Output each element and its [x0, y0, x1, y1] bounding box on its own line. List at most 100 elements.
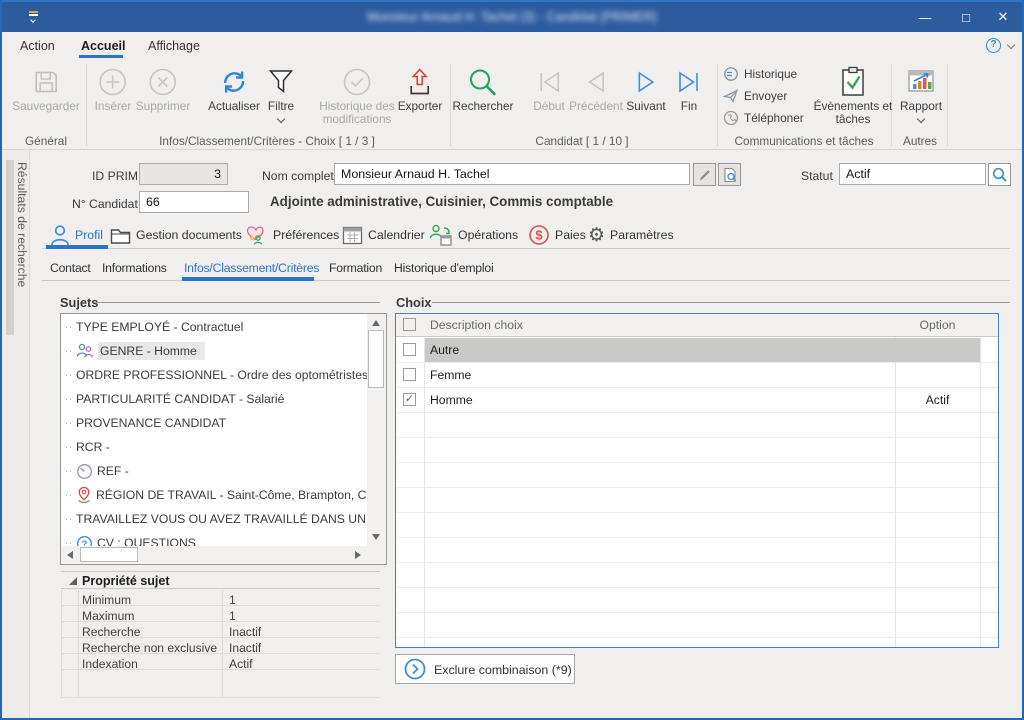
- vertical-scroll-thumb[interactable]: [368, 330, 384, 388]
- help-icon[interactable]: ?: [986, 38, 1001, 53]
- tab-parametres[interactable]: ⚙ Paramètres: [588, 223, 674, 247]
- events-tasks-icon: [838, 63, 868, 100]
- previous-button[interactable]: Précédent: [569, 63, 623, 113]
- map-pin-icon: [76, 486, 92, 504]
- phone-icon: [723, 110, 739, 126]
- gear-icon: ⚙: [588, 225, 605, 245]
- svg-text:$: $: [535, 228, 543, 243]
- menu-action[interactable]: Action: [20, 39, 55, 53]
- save-icon: [32, 63, 60, 100]
- statut-label: Statut: [801, 169, 833, 183]
- subtab-infos-classement-criteres[interactable]: Infos/Classement/Critères: [184, 261, 319, 275]
- tab-preferences[interactable]: Préférences: [245, 223, 339, 247]
- first-button[interactable]: Début: [533, 63, 564, 113]
- subtab-active-underline: [182, 277, 314, 281]
- tree-item[interactable]: ·· REF -: [63, 459, 129, 483]
- refresh-button[interactable]: Actualiser: [208, 63, 260, 113]
- send-button[interactable]: Envoyer: [723, 87, 787, 105]
- tab-operations[interactable]: Opérations: [429, 223, 518, 247]
- filter-icon: [266, 63, 296, 100]
- cell-description[interactable]: Homme: [430, 393, 473, 407]
- tab-calendrier[interactable]: Calendrier: [342, 223, 425, 247]
- tree-item[interactable]: ··TRAVAILLEZ VOUS OU AVEZ TRAVAILLÉ DANS…: [63, 507, 387, 531]
- tree-item[interactable]: ··TYPE EMPLOYÉ - Contractuel: [63, 315, 243, 339]
- tree-item[interactable]: ··PROVENANCE CANDIDAT: [63, 411, 226, 435]
- tab-paies[interactable]: $ Paies: [528, 223, 586, 247]
- menu-affichage[interactable]: Affichage: [148, 39, 200, 53]
- folder-icon: [110, 226, 131, 245]
- save-button[interactable]: Sauvegarder: [12, 63, 80, 113]
- report-button[interactable]: Rapport: [900, 63, 942, 122]
- next-button[interactable]: Suivant: [626, 63, 665, 113]
- col-description[interactable]: Description choix: [430, 318, 523, 332]
- export-icon: [405, 63, 435, 100]
- magnifier-icon: [992, 167, 1008, 183]
- sujets-group-line: [96, 302, 380, 303]
- call-button[interactable]: Téléphoner: [723, 109, 804, 127]
- first-icon: [534, 63, 564, 100]
- exclure-combinaison-button[interactable]: Exclure combinaison (*9): [395, 654, 575, 684]
- last-button[interactable]: Fin: [674, 63, 704, 113]
- subtab-contact[interactable]: Contact: [50, 261, 91, 275]
- tab-gestion-documents[interactable]: Gestion documents: [110, 223, 242, 247]
- sidebar-resultats[interactable]: Résultats de recherche: [2, 150, 30, 718]
- person-icon: [50, 224, 70, 246]
- tab-profil[interactable]: Profil: [50, 223, 103, 247]
- subtab-historique-emploi[interactable]: Historique d'emploi: [394, 261, 493, 275]
- statut-field[interactable]: Actif: [839, 163, 986, 185]
- ribbon-group-infos: Infos/Classement/Critères - Choix [ 1 / …: [159, 134, 375, 148]
- sujets-tree[interactable]: ··TYPE EMPLOYÉ - Contractuel ·· GENRE - …: [60, 313, 387, 565]
- tree-item[interactable]: ··PARTICULARITÉ CANDIDAT - Salarié: [63, 387, 284, 411]
- gender-icon: [76, 343, 94, 359]
- filter-button[interactable]: Filtre: [266, 63, 296, 122]
- sujets-group-label: Sujets: [60, 295, 98, 310]
- no-candidat-field[interactable]: 66: [139, 191, 249, 213]
- search-button[interactable]: Rechercher: [453, 63, 514, 113]
- choix-table-header: Description choix Option: [396, 314, 998, 337]
- preview-button[interactable]: [718, 163, 741, 186]
- scroll-down-icon: [372, 534, 380, 540]
- menu-accueil[interactable]: Accueil: [81, 39, 125, 53]
- application-window: Monsieur Arnaud H. Tachel (3) - Candidat…: [0, 0, 1024, 720]
- cell-description[interactable]: Autre: [430, 343, 459, 357]
- delete-button[interactable]: Supprimer: [136, 63, 190, 113]
- header-checkbox[interactable]: [403, 318, 416, 331]
- tree-item[interactable]: ··RCR -: [63, 435, 110, 459]
- propriete-header[interactable]: Propriété sujet: [61, 571, 380, 589]
- subtab-informations[interactable]: Informations: [102, 261, 167, 275]
- ribbon-group-general: Général: [25, 134, 67, 148]
- gauge-icon: [76, 463, 93, 480]
- vertical-scrollbar[interactable]: [367, 314, 386, 546]
- close-button[interactable]: ✕: [983, 2, 1023, 32]
- sidebar-tab-handle: [6, 160, 14, 335]
- search-icon: [467, 63, 499, 100]
- subtab-formation[interactable]: Formation: [329, 261, 382, 275]
- cell-option[interactable]: Actif: [895, 393, 980, 407]
- export-button[interactable]: Exporter: [398, 63, 443, 113]
- history-button[interactable]: Historique: [723, 65, 797, 83]
- tree-item[interactable]: ·· RÉGION DE TRAVAIL - Saint-Côme, Bramp…: [63, 483, 387, 507]
- statut-search-button[interactable]: [988, 163, 1011, 186]
- history-icon: [723, 66, 739, 82]
- row-checkbox[interactable]: [403, 368, 416, 381]
- report-chevron-icon: [917, 115, 925, 123]
- horizontal-scrollbar[interactable]: [61, 546, 367, 564]
- row-checkbox[interactable]: [403, 343, 416, 356]
- heart-star-icon: [245, 225, 268, 246]
- ribbon-group-candidat: Candidat [ 1 / 10 ]: [535, 134, 628, 148]
- history-modifications-button[interactable]: Historique des modifications: [301, 63, 413, 126]
- tree-item[interactable]: ··ORDRE PROFESSIONNEL - Ordre des optomé…: [63, 363, 387, 387]
- col-option[interactable]: Option: [895, 318, 980, 332]
- nom-complet-field[interactable]: Monsieur Arnaud H. Tachel: [334, 163, 690, 185]
- minimize-button[interactable]: —: [905, 2, 945, 32]
- tree-item[interactable]: ·· GENRE - Homme: [63, 339, 205, 363]
- next-icon: [632, 63, 660, 100]
- edit-button[interactable]: [693, 163, 716, 186]
- insert-button[interactable]: Insérer: [95, 63, 132, 113]
- maximize-button[interactable]: □: [946, 2, 986, 32]
- row-checkbox-checked[interactable]: ✓: [403, 393, 416, 406]
- horizontal-scroll-thumb[interactable]: [80, 547, 138, 562]
- events-tasks-button[interactable]: Évènements et tâches: [810, 63, 896, 126]
- help-chevron-icon[interactable]: [1007, 41, 1015, 49]
- cell-description[interactable]: Femme: [430, 368, 471, 382]
